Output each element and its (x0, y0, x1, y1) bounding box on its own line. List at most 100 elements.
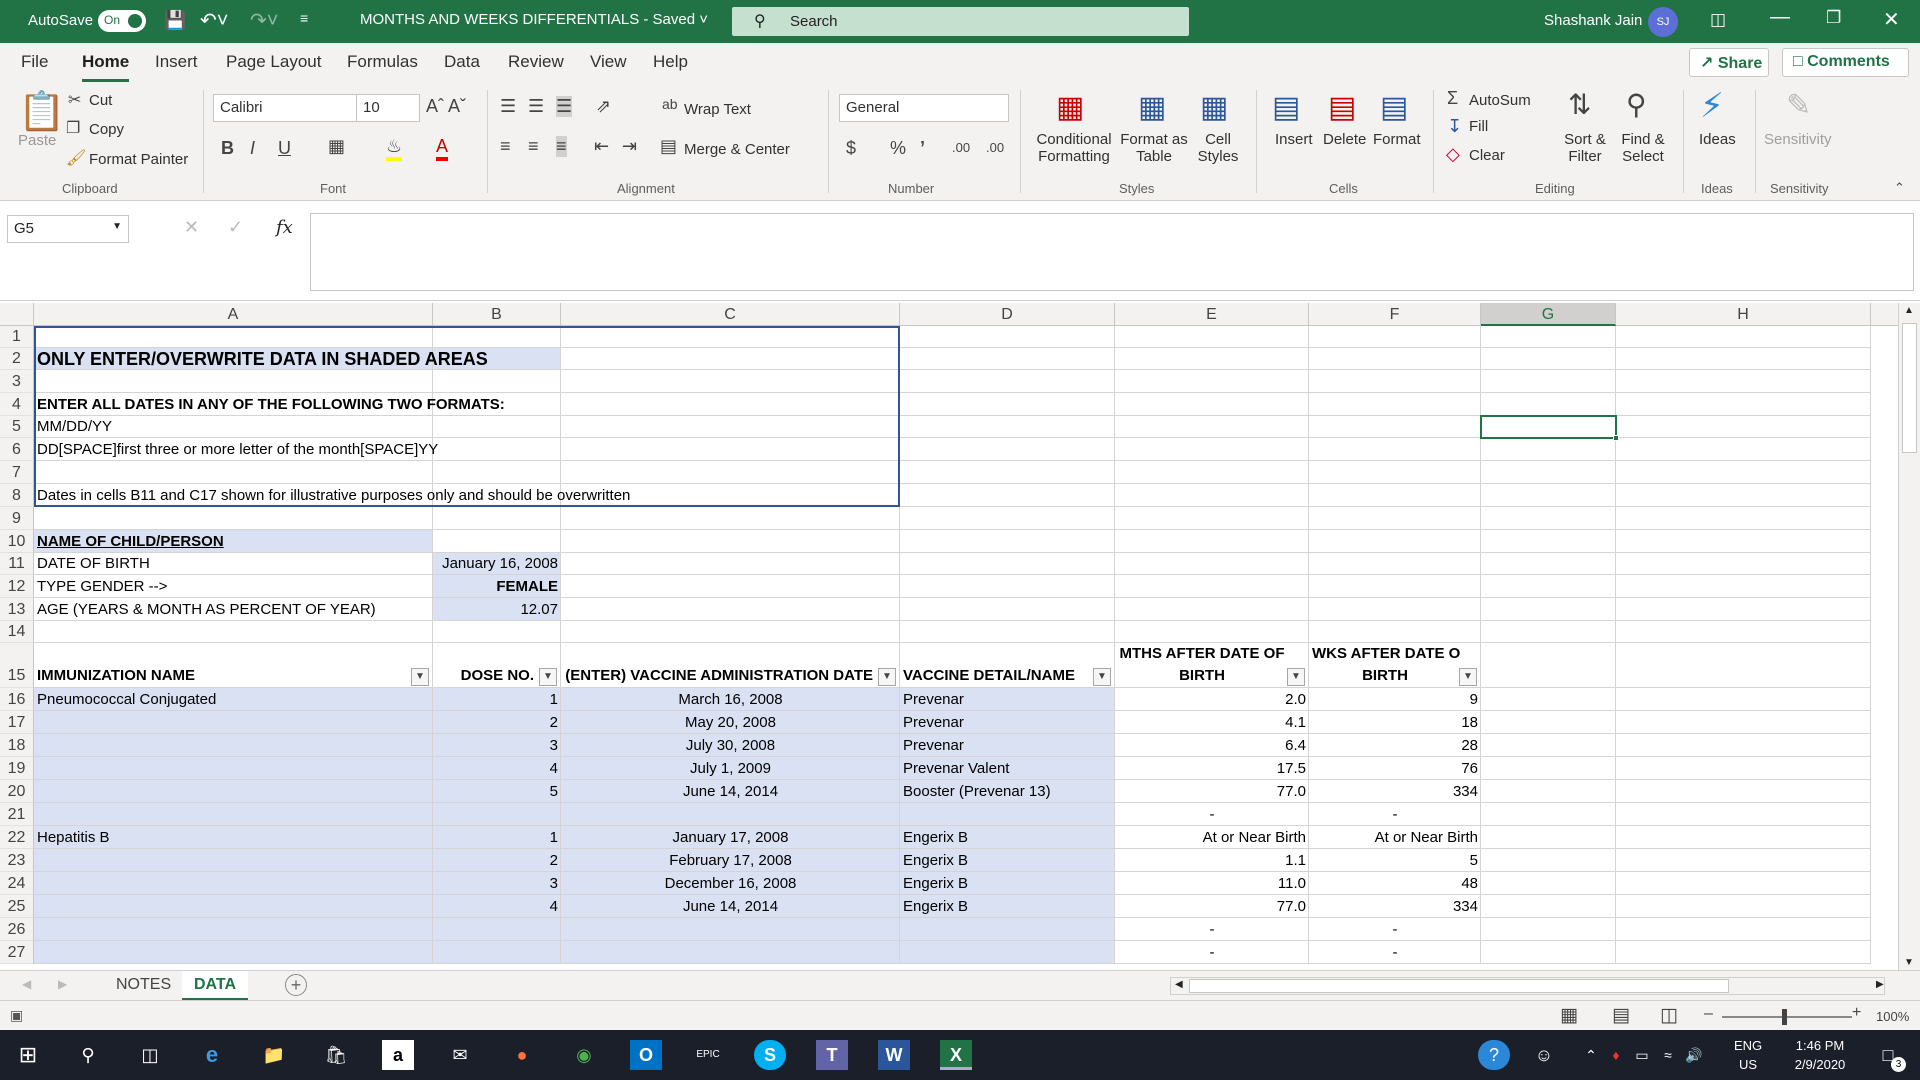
fill-button[interactable]: Fill (1469, 118, 1488, 135)
cell-g3[interactable] (1481, 370, 1616, 393)
comments-button[interactable]: □ Comments (1782, 48, 1909, 77)
format-cells-button[interactable]: Format (1373, 131, 1421, 148)
cut-button[interactable]: Cut (89, 92, 112, 109)
cell-e13[interactable] (1115, 598, 1309, 621)
wrap-text-button[interactable]: Wrap Text (684, 101, 751, 118)
filter-dropdown-f[interactable]: ▼ (1459, 668, 1477, 686)
paste-button[interactable]: Paste (18, 132, 56, 149)
row-header-24[interactable]: 24 (0, 872, 34, 895)
cell-h20[interactable] (1616, 780, 1871, 803)
cell-f9[interactable] (1309, 507, 1481, 530)
cell-styles-button[interactable]: Cell Styles (1188, 131, 1248, 165)
cell-e5[interactable] (1115, 416, 1309, 438)
cell-g23[interactable] (1481, 849, 1616, 872)
sort-filter-button[interactable]: Sort & Filter (1560, 131, 1610, 165)
row-header-7[interactable]: 7 (0, 461, 34, 484)
font-name-select[interactable]: Calibri (213, 94, 358, 122)
column-header-g[interactable]: G (1481, 303, 1616, 326)
mail-icon[interactable]: ✉ (444, 1040, 476, 1070)
row-header-22[interactable]: 22 (0, 826, 34, 849)
row-header-25[interactable]: 25 (0, 895, 34, 918)
row-header-15[interactable]: 15 (0, 643, 34, 688)
row-header-14[interactable]: 14 (0, 621, 34, 643)
cell-d6[interactable] (900, 438, 1115, 461)
row-header-19[interactable]: 19 (0, 757, 34, 780)
volume-icon[interactable]: 🔊 (1678, 1040, 1710, 1070)
font-size-select[interactable]: 10 (356, 94, 420, 122)
column-header-d[interactable]: D (900, 303, 1115, 326)
percent-icon[interactable]: % (890, 138, 906, 159)
edge-icon[interactable]: e (196, 1040, 228, 1070)
tab-insert[interactable]: Insert (155, 52, 198, 72)
search-icon[interactable]: ⚲ (72, 1040, 104, 1070)
normal-view-icon[interactable]: ▦ (1560, 1004, 1578, 1027)
horizontal-scrollbar[interactable]: ◀ (1170, 977, 1885, 995)
row-header-16[interactable]: 16 (0, 688, 34, 711)
cell-e4[interactable] (1115, 393, 1309, 416)
cell-e3[interactable] (1115, 370, 1309, 393)
sheet-tab-data[interactable]: DATA (182, 971, 249, 1001)
chrome-icon[interactable]: ◉ (568, 1040, 600, 1070)
cell-g9[interactable] (1481, 507, 1616, 530)
cell-a9[interactable] (34, 507, 433, 530)
cell-f6[interactable] (1309, 438, 1481, 461)
zoom-slider[interactable] (1722, 1009, 1852, 1025)
currency-icon[interactable]: $ (846, 138, 856, 159)
cell-c14[interactable] (561, 621, 900, 643)
font-color-icon[interactable]: A (436, 136, 449, 161)
cell-e10[interactable] (1115, 530, 1309, 553)
cell-g24[interactable] (1481, 872, 1616, 895)
row-header-6[interactable]: 6 (0, 438, 34, 461)
cell-g27[interactable] (1481, 941, 1616, 964)
find-select-icon[interactable]: ⚲ (1626, 88, 1647, 121)
add-sheet-icon[interactable]: + (285, 974, 307, 996)
paste-icon[interactable]: 📋 (18, 90, 65, 134)
format-painter-icon[interactable]: 🖌 (66, 148, 86, 168)
cell-h26[interactable] (1616, 918, 1871, 941)
conditional-formatting-icon[interactable]: ▦ (1056, 90, 1084, 125)
underline-icon[interactable]: U (278, 138, 291, 159)
format-as-table-button[interactable]: Format as Table (1118, 131, 1190, 165)
ribbon-display-icon[interactable]: ◫ (1710, 10, 1726, 30)
cell-f2[interactable] (1309, 348, 1481, 370)
cell-d1[interactable] (900, 326, 1115, 348)
cell-g19[interactable] (1481, 757, 1616, 780)
cell-g7[interactable] (1481, 461, 1616, 484)
cell-h22[interactable] (1616, 826, 1871, 849)
cell-b3[interactable] (433, 370, 561, 393)
fill-color-icon[interactable]: ♨ (386, 136, 403, 161)
cell-f1[interactable] (1309, 326, 1481, 348)
close-icon[interactable]: ✕ (1883, 7, 1900, 32)
row-header-12[interactable]: 12 (0, 575, 34, 598)
cell-g1[interactable] (1481, 326, 1616, 348)
selected-cell-g5[interactable] (1480, 415, 1617, 439)
cell-f13[interactable] (1309, 598, 1481, 621)
scroll-right-icon[interactable]: ▶ (1876, 979, 1884, 990)
cell-e14[interactable] (1115, 621, 1309, 643)
cell-c10[interactable] (561, 530, 900, 553)
row-header-4[interactable]: 4 (0, 393, 34, 416)
cell-c9[interactable] (561, 507, 900, 530)
undo-icon[interactable]: ↶˅ (200, 8, 228, 33)
cell-styles-icon[interactable]: ▦ (1200, 90, 1228, 125)
merge-icon[interactable]: ▤ (660, 136, 677, 157)
column-header-f[interactable]: F (1309, 303, 1481, 326)
worksheet-grid[interactable]: 1 2 3 4 5 6 7 8 9 10 11 12 13 14 15 16 17 18 19 20 21 22 23 24 2… (0, 326, 1900, 971)
people-icon[interactable]: ☺ (1528, 1040, 1560, 1070)
cell-g14[interactable] (1481, 621, 1616, 643)
column-header-a[interactable]: A (34, 303, 433, 326)
cell-g21[interactable] (1481, 803, 1616, 826)
filter-dropdown-c[interactable]: ▼ (878, 668, 896, 686)
format-as-table-icon[interactable]: ▦ (1138, 90, 1166, 125)
format-painter-button[interactable]: Format Painter (89, 151, 188, 168)
redo-icon[interactable]: ↷˅ (250, 8, 278, 33)
insert-cells-icon[interactable]: ▤ (1272, 90, 1300, 125)
formula-input[interactable] (310, 213, 1914, 291)
insert-cells-button[interactable]: Insert (1275, 131, 1313, 148)
cell-g12[interactable] (1481, 575, 1616, 598)
decrease-decimal-icon[interactable]: .00 (986, 140, 1004, 155)
cell-e12[interactable] (1115, 575, 1309, 598)
cell-b9[interactable] (433, 507, 561, 530)
help-icon[interactable]: ? (1478, 1040, 1510, 1070)
teams-icon[interactable]: T (816, 1040, 848, 1070)
